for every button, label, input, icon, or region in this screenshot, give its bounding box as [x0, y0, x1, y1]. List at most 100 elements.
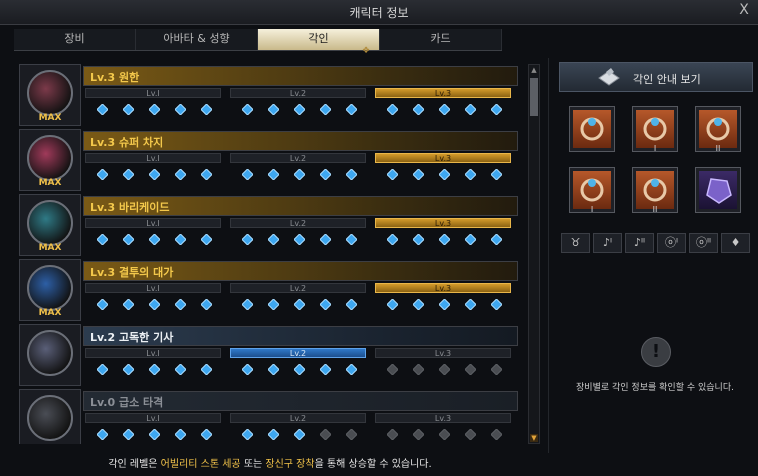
engraving-orb-icon — [27, 200, 73, 246]
gem-filled-icon — [387, 299, 398, 310]
tab-equipment[interactable]: 장비 — [14, 29, 136, 50]
gem-filled-icon — [439, 104, 450, 115]
engraving-row[interactable]: MAX Lv.3 바리케이드 Lv.I Lv.2 Lv.3 — [19, 194, 521, 256]
tab-card[interactable]: 카드 — [380, 29, 502, 50]
gem-filled-icon — [149, 299, 160, 310]
filter-earring-1-icon[interactable]: ♪ᴵ — [593, 233, 622, 253]
gem-filled-icon — [123, 429, 134, 440]
engraving-row[interactable]: Lv.0 급소 타격 Lv.I Lv.2 Lv.3 — [19, 389, 521, 444]
gem-filled-icon — [465, 299, 476, 310]
footer-highlight-accessory: 장신구 장착 — [265, 459, 315, 470]
gem-filled-icon — [294, 364, 305, 375]
tab-avatar[interactable]: 아바타 & 성향 — [136, 29, 258, 50]
close-icon[interactable]: X — [736, 2, 752, 20]
gem-filled-icon — [320, 364, 331, 375]
gem-filled-icon — [175, 234, 186, 245]
max-badge: MAX — [38, 178, 62, 188]
level-label: Lv.I — [85, 413, 221, 423]
level-segment: Lv.I — [83, 413, 223, 444]
gem-filled-icon — [439, 234, 450, 245]
title-bar: 캐릭터 정보 X — [0, 0, 758, 25]
gem-filled-icon — [97, 234, 108, 245]
gem-filled-icon — [268, 364, 279, 375]
slot-number: I — [590, 205, 594, 214]
gem-filled-icon — [242, 104, 253, 115]
engraving-row[interactable]: MAX Lv.3 결투의 대가 Lv.I Lv.2 Lv.3 — [19, 259, 521, 321]
gem-filled-icon — [149, 169, 160, 180]
engraving-icon — [19, 324, 81, 386]
necklace-icon — [580, 117, 604, 141]
gem-filled-icon — [242, 169, 253, 180]
gem-filled-icon — [175, 364, 186, 375]
engraving-name-bar: Lv.0 급소 타격 — [83, 391, 518, 411]
gem-filled-icon — [242, 234, 253, 245]
gem-filled-icon — [123, 364, 134, 375]
engraving-row[interactable]: MAX Lv.3 슈퍼 차지 Lv.I Lv.2 Lv.3 — [19, 129, 521, 191]
level-label: Lv.I — [85, 283, 221, 293]
engraving-name: Lv.2 고독한 기사 — [90, 331, 174, 344]
equipment-slot-ability-stone[interactable] — [695, 167, 741, 213]
gem-filled-icon — [413, 299, 424, 310]
gem-filled-icon — [97, 299, 108, 310]
engraving-row[interactable]: Lv.2 고독한 기사 Lv.I Lv.2 Lv.3 — [19, 324, 521, 386]
gem-filled-icon — [242, 364, 253, 375]
ring-icon — [643, 178, 667, 202]
equipment-slot-necklace[interactable] — [569, 106, 615, 152]
scroll-thumb[interactable] — [530, 78, 538, 116]
engraving-icon: MAX — [19, 194, 81, 256]
gem-filled-icon — [491, 104, 502, 115]
engraving-name-bar: Lv.2 고독한 기사 — [83, 326, 518, 346]
equipment-slot-ring[interactable]: II — [632, 167, 678, 214]
gem-filled-icon — [439, 299, 450, 310]
level-segment: Lv.I — [83, 348, 223, 384]
gem-filled-icon — [201, 169, 212, 180]
gem-filled-icon — [294, 234, 305, 245]
info-text: 장비별로 각인 정보를 확인할 수 있습니다. — [576, 383, 734, 393]
level-segment: Lv.3 — [373, 413, 513, 444]
engraving-icon: MAX — [19, 259, 81, 321]
engraving-list[interactable]: MAX Lv.3 원한 Lv.I Lv.2 Lv.3 MAX Lv.3 슈퍼 차지 Lv.I L… — [19, 64, 523, 444]
engraving-name: Lv.3 슈퍼 차지 — [90, 136, 164, 149]
filter-stone-icon[interactable]: ♦ — [721, 233, 750, 253]
filter-ring-2-icon[interactable]: ⓞᴵᴵ — [689, 233, 718, 253]
footer-suffix: 을 통해 상승할 수 있습니다. — [314, 459, 432, 470]
equipment-slot-ring[interactable]: I — [569, 167, 615, 214]
engraving-row[interactable]: MAX Lv.3 원한 Lv.I Lv.2 Lv.3 — [19, 64, 521, 126]
footer-highlight-stone: 어빌리티 스톤 세공 — [160, 459, 241, 470]
gem-filled-icon — [320, 234, 331, 245]
filter-necklace-icon[interactable]: ♉ — [561, 233, 590, 253]
gem-filled-icon — [97, 429, 108, 440]
gem-filled-icon — [387, 169, 398, 180]
gem-empty-icon — [387, 429, 398, 440]
gem-filled-icon — [149, 364, 160, 375]
filter-ring-1-icon[interactable]: ⓞᴵ — [657, 233, 686, 253]
max-badge: MAX — [38, 243, 62, 253]
gem-filled-icon — [123, 234, 134, 245]
equipment-slot-earring[interactable]: II — [695, 106, 741, 153]
level-segments: Lv.I Lv.2 Lv.3 — [83, 413, 518, 444]
gem-filled-icon — [201, 299, 212, 310]
gem-filled-icon — [149, 104, 160, 115]
gem-filled-icon — [387, 104, 398, 115]
engraving-guide-button[interactable]: 각인 안내 보기 — [559, 62, 753, 92]
scroll-up-icon[interactable]: ▲ — [530, 66, 538, 74]
equipment-slot-earring[interactable]: I — [632, 106, 678, 153]
engraving-orb-icon — [27, 330, 73, 376]
level-segment: Lv.2 — [228, 153, 368, 189]
tab-ornament-icon: ❖ — [362, 46, 371, 56]
gem-filled-icon — [346, 364, 357, 375]
footer-prefix: 각인 레벨은 — [108, 459, 161, 470]
filter-earring-2-icon[interactable]: ♪ᴵᴵ — [625, 233, 654, 253]
gem-filled-icon — [97, 169, 108, 180]
gem-filled-icon — [387, 234, 398, 245]
gem-filled-icon — [268, 429, 279, 440]
level-label: Lv.I — [85, 218, 221, 228]
engraving-icon: MAX — [19, 129, 81, 191]
level-segment: Lv.3 — [373, 348, 513, 384]
level-label: Lv.2 — [230, 413, 366, 423]
level-label: Lv.2 — [230, 88, 366, 98]
window-title: 캐릭터 정보 — [349, 6, 409, 20]
scroll-down-icon[interactable]: ▼ — [530, 434, 538, 442]
scrollbar[interactable]: ▲ ▼ — [528, 64, 540, 444]
gem-filled-icon — [346, 104, 357, 115]
